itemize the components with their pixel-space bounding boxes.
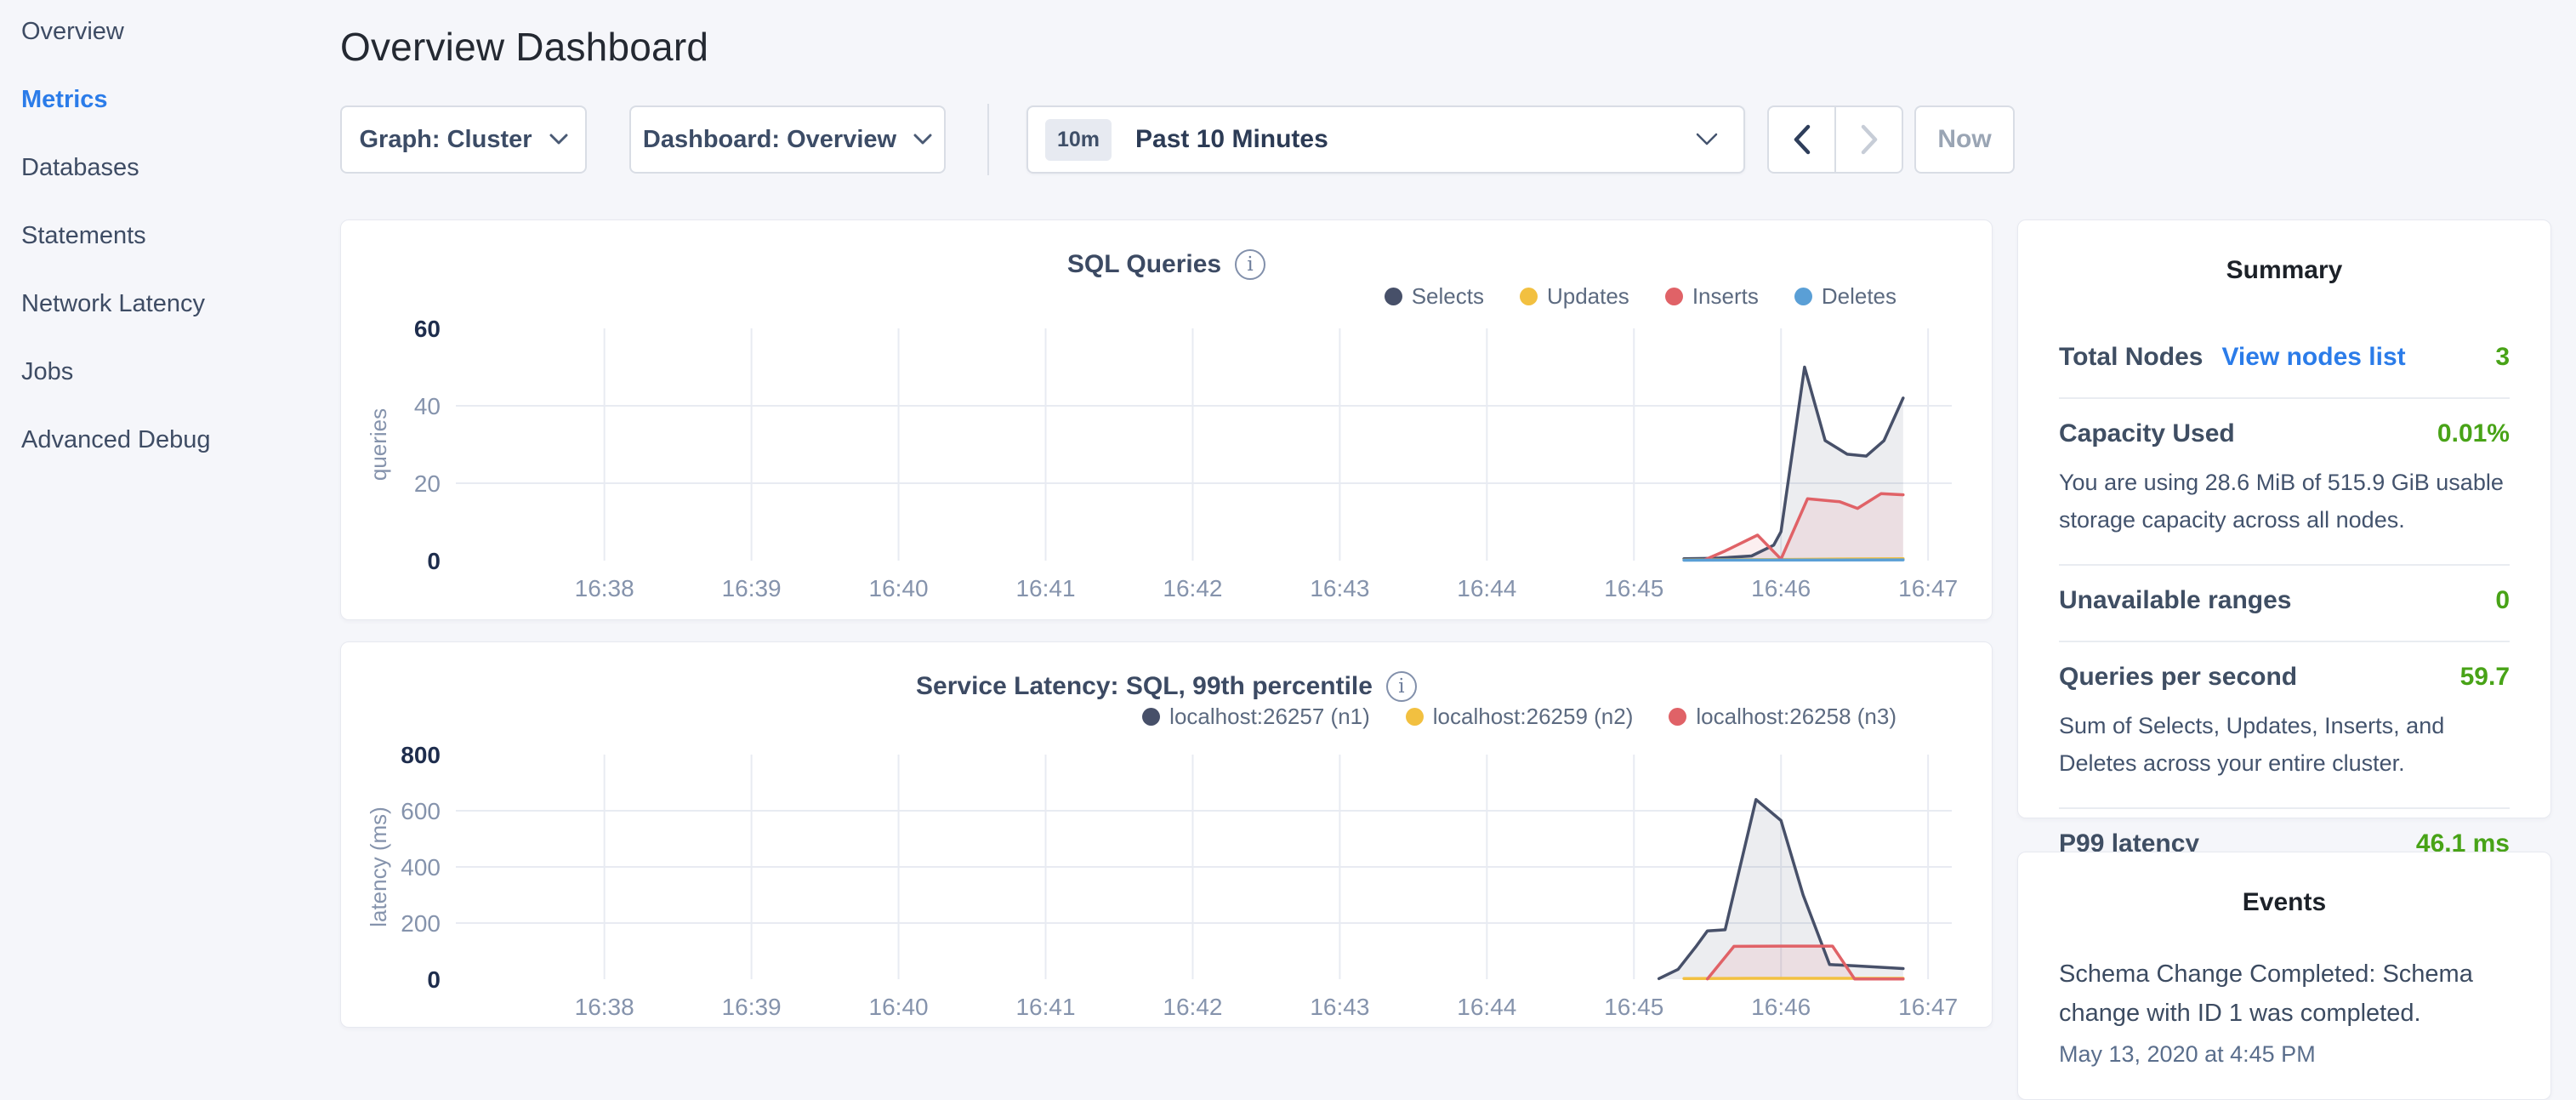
svg-text:16:39: 16:39 [722, 575, 782, 601]
svg-text:16:41: 16:41 [1015, 575, 1075, 601]
chevron-down-icon [913, 134, 932, 145]
sidebar-item-statements[interactable]: Statements [0, 202, 340, 270]
time-range-picker[interactable]: 10m Past 10 Minutes [1026, 105, 1745, 174]
summary-row-value: 3 [2495, 343, 2510, 372]
summary-rows: Total Nodes View nodes list 3 Capacity Used… [2018, 322, 2550, 884]
svg-text:16:42: 16:42 [1163, 575, 1222, 601]
now-button[interactable]: Now [1914, 105, 2015, 174]
dashboard-select-label: Dashboard: Overview [643, 126, 896, 154]
time-range-label: Past 10 Minutes [1135, 125, 1328, 154]
summary-title: Summary [2018, 256, 2550, 285]
svg-text:queries: queries [366, 408, 391, 481]
svg-text:16:45: 16:45 [1604, 994, 1663, 1020]
svg-text:0: 0 [427, 966, 441, 993]
sidebar-item-databases[interactable]: Databases [0, 134, 340, 202]
summary-row-label: Total Nodes [2059, 343, 2203, 372]
summary-panel: Summary Total Nodes View nodes list 3 Capac… [2017, 219, 2551, 818]
chevron-left-icon [1793, 124, 1811, 155]
svg-text:16:46: 16:46 [1751, 575, 1811, 601]
service-latency-chart-panel: Service Latency: SQL, 99th percentile i … [340, 641, 1993, 1028]
summary-row-total-nodes: Total Nodes View nodes list 3 [2059, 322, 2510, 397]
svg-text:800: 800 [401, 742, 441, 768]
service-latency-chart[interactable]: 0 200 400 600 800 16:38 16:39 16:40 16:41 16:42 16… [341, 642, 1992, 1027]
svg-text:16:44: 16:44 [1457, 575, 1516, 601]
controls-divider [987, 104, 989, 175]
svg-text:16:41: 16:41 [1015, 994, 1075, 1020]
chevron-down-icon [549, 134, 568, 145]
svg-text:40: 40 [414, 393, 441, 419]
svg-text:600: 600 [401, 798, 441, 824]
sidebar-item-metrics[interactable]: Metrics [0, 66, 340, 134]
sidebar-item-overview[interactable]: Overview [0, 0, 340, 66]
time-range-badge: 10m [1045, 119, 1112, 161]
svg-text:20: 20 [414, 470, 441, 497]
sidebar-item-jobs[interactable]: Jobs [0, 338, 340, 406]
svg-text:16:47: 16:47 [1898, 575, 1958, 601]
next-time-button[interactable] [1834, 107, 1902, 172]
summary-row-label: Capacity Used [2059, 419, 2235, 448]
view-nodes-list-link[interactable]: View nodes list [2221, 343, 2405, 372]
svg-text:16:42: 16:42 [1163, 994, 1222, 1020]
svg-text:16:40: 16:40 [869, 994, 929, 1020]
sql-queries-chart[interactable]: 0 20 40 60 16:38 16:39 16:40 16:41 16:42 16:43 16:… [341, 220, 1992, 619]
now-button-label: Now [1937, 125, 1991, 154]
summary-row-subtext: Sum of Selects, Updates, Inserts, and De… [2059, 707, 2510, 782]
svg-text:0: 0 [427, 548, 441, 574]
graph-select-label: Graph: Cluster [359, 126, 532, 154]
event-timestamp: May 13, 2020 at 4:45 PM [2059, 1041, 2510, 1068]
chevron-right-icon [1860, 124, 1879, 155]
summary-row-capacity-used: Capacity Used 0.01% You are using 28.6 MiB… [2059, 397, 2510, 564]
sidebar-item-network-latency[interactable]: Network Latency [0, 270, 340, 338]
sidebar-nav-list: OverviewMetricsDatabasesStatementsNetwor… [0, 0, 340, 474]
summary-row-unavailable-ranges: Unavailable ranges 0 [2059, 564, 2510, 641]
svg-text:16:43: 16:43 [1310, 994, 1369, 1020]
svg-text:16:39: 16:39 [722, 994, 782, 1020]
page-title: Overview Dashboard [340, 24, 708, 70]
svg-text:16:44: 16:44 [1457, 994, 1516, 1020]
svg-text:16:38: 16:38 [575, 994, 634, 1020]
sidebar-item-advanced-debug[interactable]: Advanced Debug [0, 406, 340, 474]
svg-text:16:38: 16:38 [575, 575, 634, 601]
svg-text:16:46: 16:46 [1751, 994, 1811, 1020]
summary-row-queries-per-second: Queries per second 59.7 Sum of Selects, Up… [2059, 641, 2510, 807]
previous-time-button[interactable] [1769, 107, 1834, 172]
summary-row-value: 0.01% [2437, 419, 2510, 448]
svg-text:200: 200 [401, 910, 441, 937]
svg-text:16:47: 16:47 [1898, 994, 1958, 1020]
sql-queries-chart-panel: SQL Queries i SelectsUpdatesInsertsDelet… [340, 219, 1993, 620]
summary-row-label: Unavailable ranges [2059, 586, 2291, 615]
events-title: Events [2018, 888, 2550, 917]
graph-select-dropdown[interactable]: Graph: Cluster [340, 105, 587, 174]
dashboard-select-dropdown[interactable]: Dashboard: Overview [629, 105, 946, 174]
chevron-down-icon [1696, 133, 1718, 146]
svg-text:60: 60 [414, 316, 441, 342]
svg-text:16:40: 16:40 [869, 575, 929, 601]
svg-text:latency (ms): latency (ms) [366, 806, 391, 927]
events-list: Schema Change Completed: Schema change w… [2018, 955, 2550, 1068]
svg-text:16:45: 16:45 [1604, 575, 1663, 601]
sidebar: OverviewMetricsDatabasesStatementsNetwor… [0, 0, 340, 1052]
summary-row-value: 0 [2495, 586, 2510, 615]
svg-text:16:43: 16:43 [1310, 575, 1369, 601]
svg-text:400: 400 [401, 854, 441, 881]
summary-row-label: Queries per second [2059, 663, 2297, 692]
summary-row-subtext: You are using 28.6 MiB of 515.9 GiB usab… [2059, 464, 2510, 539]
event-text: Schema Change Completed: Schema change w… [2059, 955, 2510, 1033]
time-step-buttons [1767, 105, 1903, 174]
summary-row-value: 59.7 [2460, 663, 2510, 692]
events-panel: Events Schema Change Completed: Schema c… [2017, 852, 2551, 1100]
